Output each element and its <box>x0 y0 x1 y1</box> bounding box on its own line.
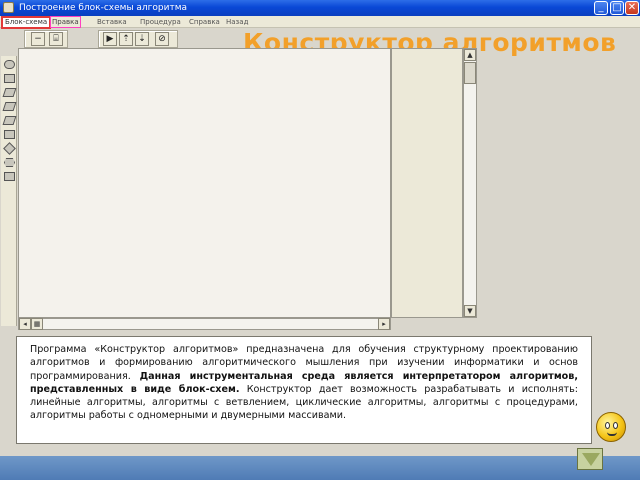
bottom-bar <box>0 456 640 480</box>
play-icon: ▶ <box>106 34 114 44</box>
close-button[interactable]: ✕ <box>625 1 639 15</box>
scroll-right-button[interactable]: ▸ <box>378 318 390 330</box>
step-up-button[interactable]: ⇡ <box>119 32 133 46</box>
properties-panel <box>391 48 463 318</box>
menu-item-back[interactable]: Назад <box>226 16 248 28</box>
arrow-up-icon: ▲ <box>467 51 473 59</box>
clear-button[interactable]: − <box>31 32 45 46</box>
scroll-thumb[interactable] <box>464 62 476 84</box>
flowchart-canvas[interactable] <box>18 48 391 318</box>
grip-icon: ▦ <box>33 320 41 328</box>
process-shape-icon[interactable] <box>4 74 15 83</box>
shape-toolbar <box>1 56 17 326</box>
toolbar-run: ▶ ⇡ ⇣ ⊘ <box>98 30 178 48</box>
app-icon <box>3 2 14 13</box>
grid-handle[interactable]: ▦ <box>31 318 43 330</box>
stop-icon: ⊘ <box>158 34 166 44</box>
close-icon: ✕ <box>627 2 637 13</box>
scroll-down-button[interactable]: ▼ <box>464 305 476 317</box>
arrow-down-icon: ⇣ <box>138 34 146 44</box>
step-down-button[interactable]: ⇣ <box>135 32 149 46</box>
stop-button[interactable]: ⊘ <box>155 32 169 46</box>
array-shape-icon[interactable] <box>4 172 15 181</box>
arrow-down-icon: ▼ <box>467 307 473 315</box>
arrow-right-icon: ▸ <box>382 320 386 328</box>
procedure-shape-icon[interactable] <box>4 130 15 139</box>
maximize-button[interactable]: □ <box>610 1 624 15</box>
window-titlebar: Построение блок-схемы алгоритма _ □ ✕ <box>0 0 640 16</box>
output-shape-icon[interactable] <box>2 116 17 125</box>
horizontal-scrollbar[interactable]: ◂ ▦ ▸ <box>18 318 391 330</box>
smiley-eye-left <box>605 422 610 429</box>
vertical-scrollbar[interactable]: ▲ ▼ <box>463 48 477 318</box>
scroll-left-button[interactable]: ◂ <box>19 318 31 330</box>
menu-item-help[interactable]: Справка <box>189 16 220 28</box>
menu-item-insert[interactable]: Вставка <box>97 16 127 28</box>
smiley-eye-right <box>613 422 618 429</box>
menu-item-edit[interactable]: Правка <box>50 16 81 28</box>
smiley-mouth <box>607 432 617 436</box>
arrow-up-icon: ⇡ <box>122 34 130 44</box>
start-end-shape-icon[interactable] <box>4 60 15 69</box>
io-shape-icon[interactable] <box>2 88 17 97</box>
maximize-icon: □ <box>612 2 622 13</box>
menu-item-procedure[interactable]: Процедура <box>140 16 181 28</box>
arrow-left-icon: ◂ <box>23 320 27 328</box>
window-title: Построение блок-схемы алгоритма <box>19 3 188 13</box>
down-triangle-icon <box>582 453 600 466</box>
loop-shape-icon[interactable] <box>4 158 15 167</box>
next-button[interactable] <box>577 448 603 470</box>
input-shape-icon[interactable] <box>2 102 17 111</box>
menu-item-flowchart[interactable]: Блок-схема <box>1 16 52 29</box>
description-panel: Программа «Конструктор алгоритмов» предн… <box>16 336 592 444</box>
toolbar-file: − ⌸ <box>24 30 68 48</box>
menu-bar: Блок-схема Правка Вставка Процедура Спра… <box>0 16 640 29</box>
minimize-icon: _ <box>598 2 604 13</box>
smiley-icon <box>596 412 626 442</box>
description-text: Программа «Конструктор алгоритмов» предн… <box>30 343 578 423</box>
clear-icon: − <box>34 34 42 44</box>
decision-shape-icon[interactable] <box>3 142 16 155</box>
scroll-up-button[interactable]: ▲ <box>464 49 476 61</box>
run-button[interactable]: ▶ <box>103 32 117 46</box>
open-button[interactable]: ⌸ <box>49 32 63 46</box>
open-icon: ⌸ <box>53 34 59 44</box>
minimize-button[interactable]: _ <box>594 1 608 15</box>
